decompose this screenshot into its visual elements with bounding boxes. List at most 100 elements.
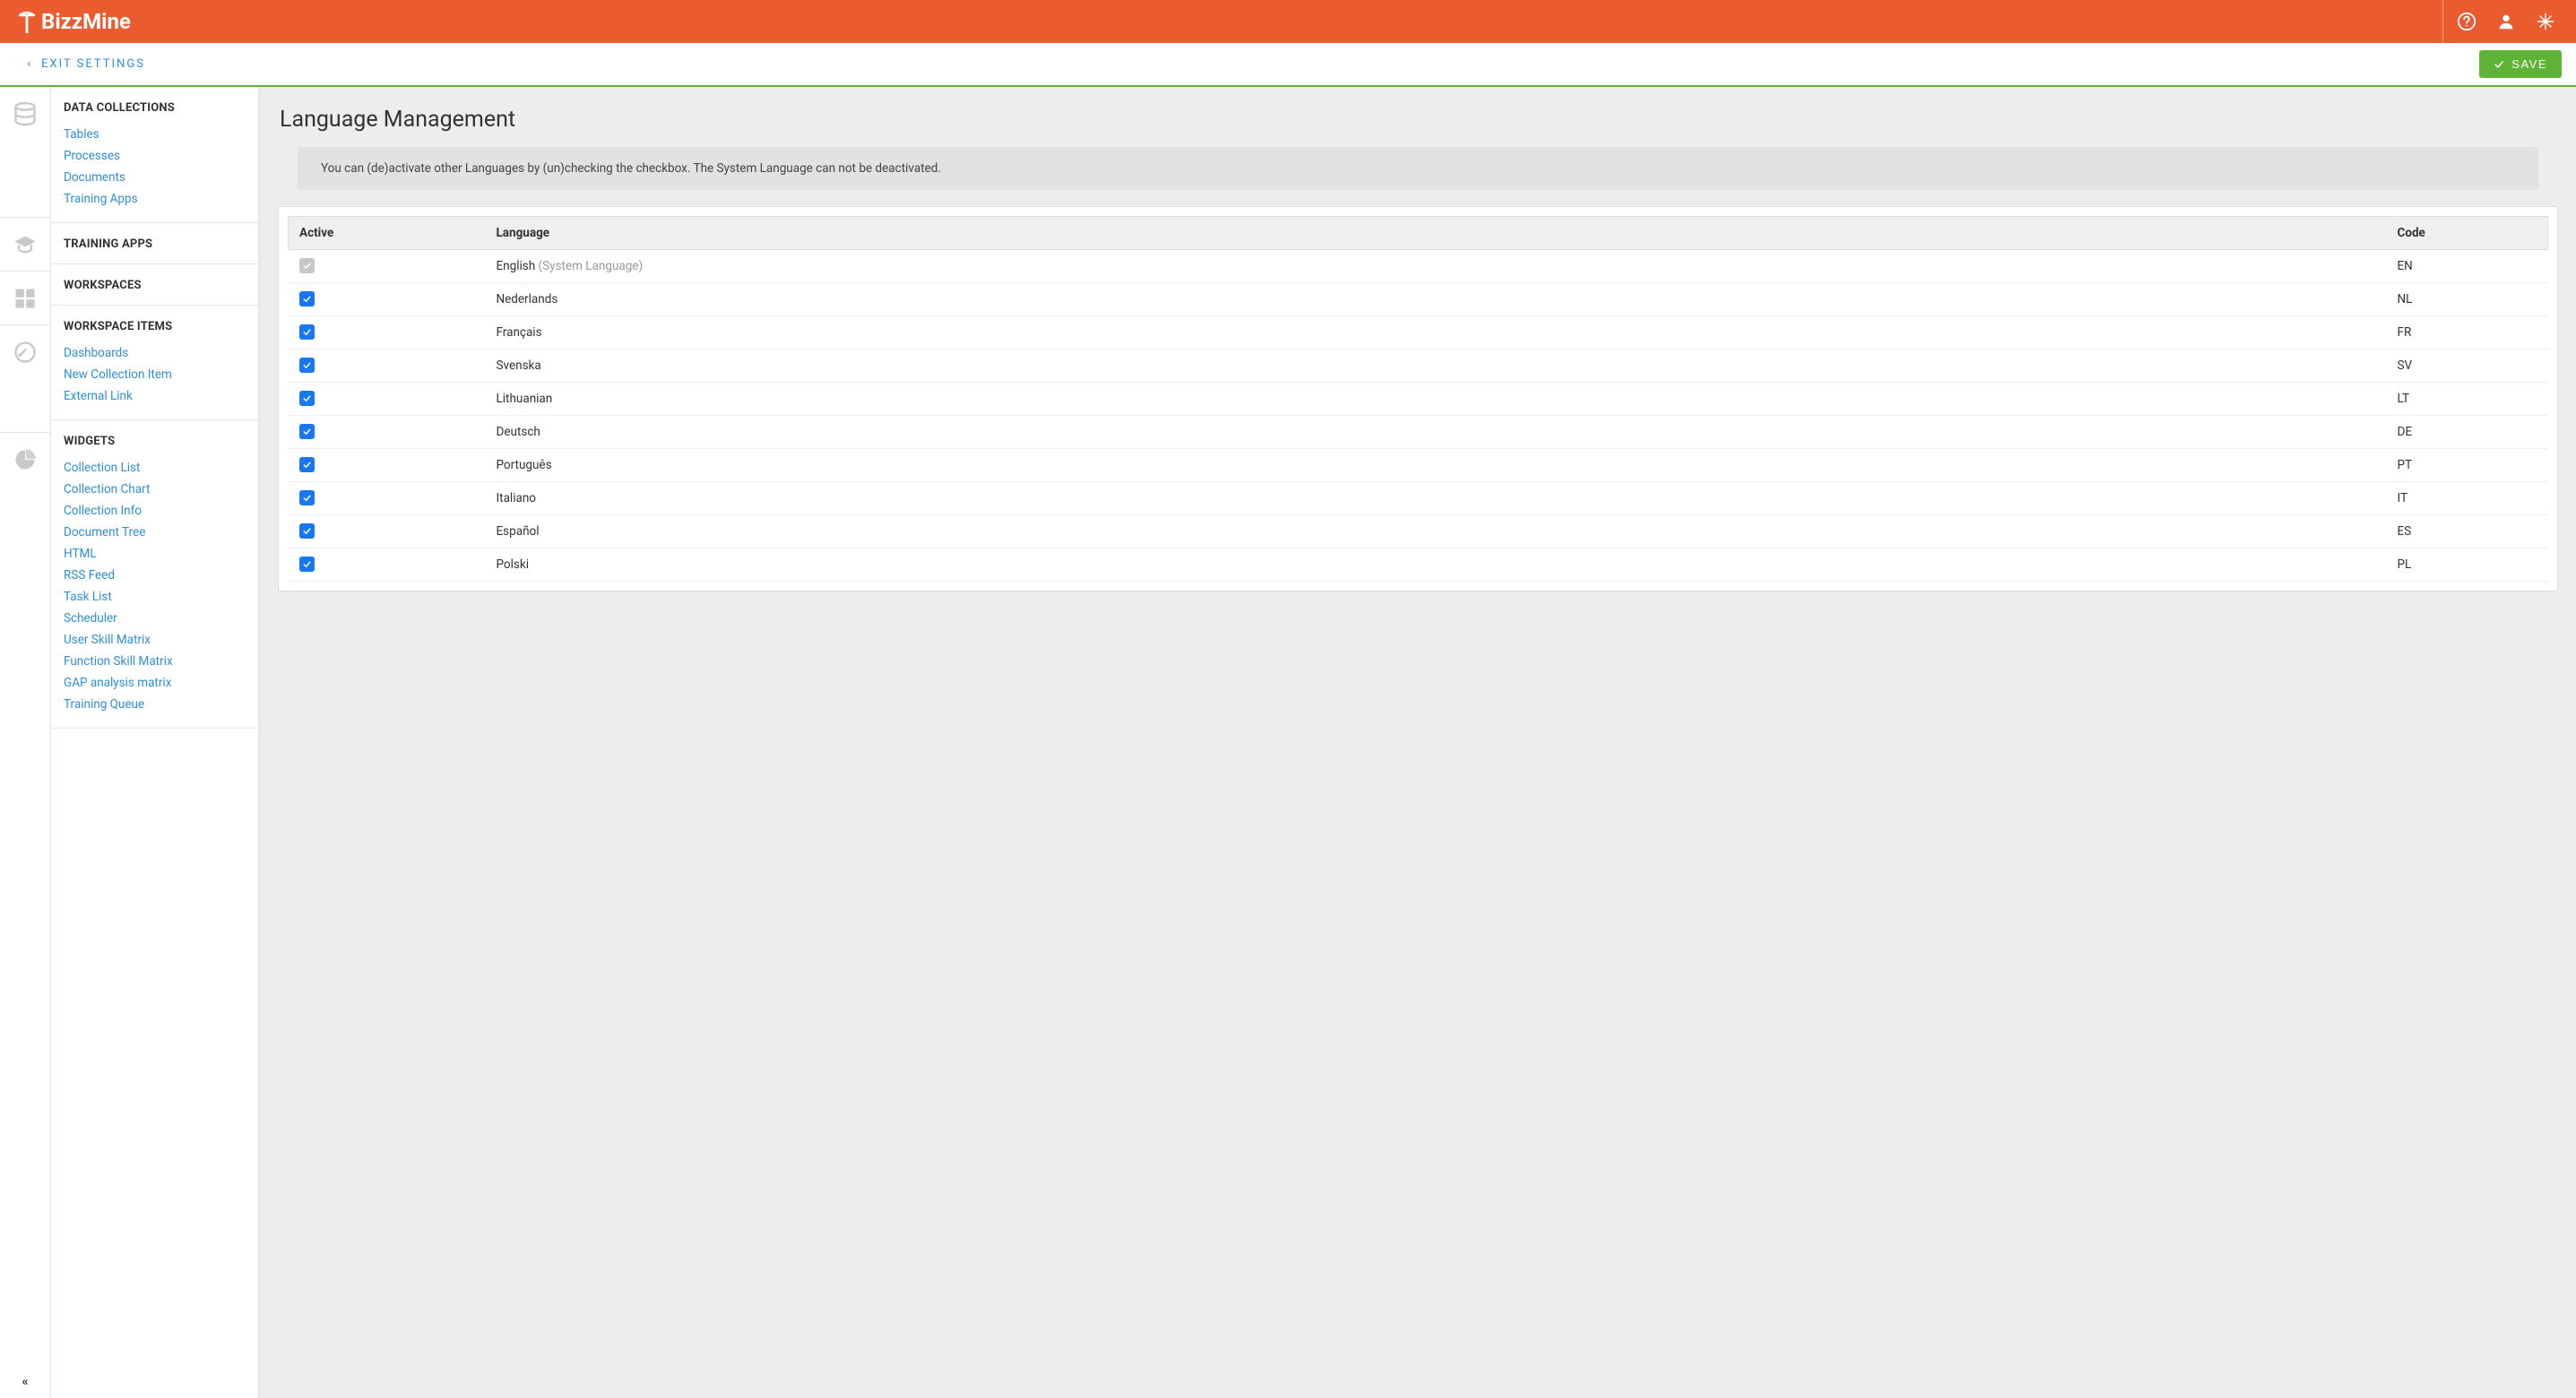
cell-active bbox=[289, 383, 486, 416]
active-checkbox[interactable] bbox=[299, 523, 315, 539]
check-icon bbox=[302, 559, 312, 569]
iconbar-group bbox=[0, 324, 50, 432]
iconbar-group bbox=[0, 87, 50, 217]
active-checkbox[interactable] bbox=[299, 291, 315, 306]
sidebar-item[interactable]: Collection Chart bbox=[64, 479, 246, 500]
sidebar-item[interactable]: User Skill Matrix bbox=[64, 629, 246, 651]
topbar: BizzMine bbox=[0, 0, 2576, 43]
table-row: LithuanianLT bbox=[289, 383, 2548, 416]
info-message: You can (de)activate other Languages by … bbox=[298, 147, 2538, 190]
active-checkbox[interactable] bbox=[299, 457, 315, 472]
graduation-icon bbox=[13, 232, 38, 257]
sidebar-item[interactable]: External Link bbox=[64, 385, 246, 407]
help-icon bbox=[2457, 12, 2477, 31]
spark-icon bbox=[2536, 12, 2555, 31]
sidebar-item[interactable]: Scheduler bbox=[64, 608, 246, 629]
active-checkbox[interactable] bbox=[299, 358, 315, 373]
subheader: ‹ EXIT SETTINGS SAVE bbox=[0, 43, 2576, 87]
sidebar-item[interactable]: Collection Info bbox=[64, 500, 246, 522]
cell-language: Nederlands bbox=[486, 283, 2387, 316]
language-name: Português bbox=[497, 458, 552, 472]
gauge-icon bbox=[13, 340, 38, 365]
table-row: DeutschDE bbox=[289, 416, 2548, 449]
iconbar-group bbox=[0, 432, 50, 719]
sidebar-item[interactable]: HTML bbox=[64, 543, 246, 565]
iconbar-data-collections[interactable] bbox=[0, 87, 50, 141]
help-button[interactable] bbox=[2447, 0, 2486, 43]
save-label: SAVE bbox=[2511, 57, 2547, 71]
active-checkbox[interactable] bbox=[299, 424, 315, 439]
brand-text: BizzMine bbox=[41, 9, 131, 34]
cell-code: EN bbox=[2387, 250, 2548, 283]
sidebar-item[interactable]: RSS Feed bbox=[64, 565, 246, 586]
language-name: Lithuanian bbox=[497, 392, 553, 406]
table-row: EspañolES bbox=[289, 515, 2548, 548]
sidebar-item[interactable]: Dashboards bbox=[64, 342, 246, 364]
sidebar-item[interactable]: Training Queue bbox=[64, 694, 246, 715]
exit-settings-link[interactable]: ‹ EXIT SETTINGS bbox=[27, 57, 145, 71]
sidebar-item[interactable]: Training Apps bbox=[64, 188, 246, 210]
cell-language: Español bbox=[486, 515, 2387, 548]
integrations-button[interactable] bbox=[2526, 0, 2565, 43]
topbar-separator bbox=[2442, 0, 2443, 43]
cell-code: PL bbox=[2387, 548, 2548, 582]
active-checkbox bbox=[299, 258, 315, 273]
sidebar-group: TRAINING APPS bbox=[51, 223, 258, 264]
brand-logo[interactable]: BizzMine bbox=[16, 8, 131, 35]
user-button[interactable] bbox=[2486, 0, 2526, 43]
sidebar-item[interactable]: New Collection Item bbox=[64, 364, 246, 385]
sidebar-item[interactable]: Tables bbox=[64, 124, 246, 145]
cell-code: PT bbox=[2387, 449, 2548, 482]
iconbar-workspace-items[interactable] bbox=[0, 325, 50, 379]
topbar-right bbox=[2439, 0, 2565, 43]
active-checkbox[interactable] bbox=[299, 490, 315, 505]
iconbar-training-apps[interactable] bbox=[0, 218, 50, 272]
iconbar-widgets[interactable] bbox=[0, 433, 50, 487]
grid-icon bbox=[13, 286, 38, 311]
col-active: Active bbox=[289, 217, 486, 250]
cell-active bbox=[289, 548, 486, 582]
sidebar-item[interactable]: GAP analysis matrix bbox=[64, 672, 246, 694]
sidebar-item[interactable]: Processes bbox=[64, 145, 246, 167]
iconbar-workspaces[interactable] bbox=[0, 272, 50, 325]
cell-active bbox=[289, 250, 486, 283]
user-icon bbox=[2496, 12, 2516, 31]
active-checkbox[interactable] bbox=[299, 391, 315, 406]
check-icon bbox=[302, 261, 312, 271]
cell-language: English (System Language) bbox=[486, 250, 2387, 283]
cell-language: Italiano bbox=[486, 482, 2387, 515]
col-language: Language bbox=[486, 217, 2387, 250]
table-row: Italiano IT bbox=[289, 482, 2548, 515]
page-title: Language Management bbox=[280, 107, 2558, 133]
language-name: Svenska bbox=[497, 358, 541, 373]
cell-language: Polski bbox=[486, 548, 2387, 582]
active-checkbox[interactable] bbox=[299, 557, 315, 572]
sidebar: DATA COLLECTIONSTablesProcessesDocuments… bbox=[51, 87, 259, 1398]
sidebar-group: WIDGETSCollection ListCollection ChartCo… bbox=[51, 420, 258, 729]
cell-language: Français bbox=[486, 316, 2387, 350]
pickaxe-icon bbox=[16, 8, 38, 35]
sidebar-group-title[interactable]: WORKSPACES bbox=[64, 279, 246, 292]
check-icon bbox=[302, 327, 312, 337]
language-name: Italiano bbox=[497, 491, 537, 505]
save-button[interactable]: SAVE bbox=[2479, 50, 2562, 78]
check-icon bbox=[302, 493, 312, 503]
sidebar-item[interactable]: Function Skill Matrix bbox=[64, 651, 246, 672]
table-header-row: Active Language Code bbox=[289, 217, 2548, 250]
sidebar-item[interactable]: Task List bbox=[64, 586, 246, 608]
cell-code: DE bbox=[2387, 416, 2548, 449]
sidebar-group-title[interactable]: TRAINING APPS bbox=[64, 237, 246, 251]
iconbar: « bbox=[0, 87, 51, 1398]
cell-active bbox=[289, 482, 486, 515]
main-layout: « DATA COLLECTIONSTablesProcessesDocumen… bbox=[0, 87, 2576, 1398]
sidebar-item[interactable]: Collection List bbox=[64, 457, 246, 479]
cell-active bbox=[289, 449, 486, 482]
sidebar-item[interactable]: Documents bbox=[64, 167, 246, 188]
cell-active bbox=[289, 416, 486, 449]
cell-code: IT bbox=[2387, 482, 2548, 515]
collapse-sidebar-button[interactable]: « bbox=[0, 1375, 50, 1389]
cell-language: Lithuanian bbox=[486, 383, 2387, 416]
table-row: FrançaisFR bbox=[289, 316, 2548, 350]
active-checkbox[interactable] bbox=[299, 324, 315, 340]
sidebar-item[interactable]: Document Tree bbox=[64, 522, 246, 543]
